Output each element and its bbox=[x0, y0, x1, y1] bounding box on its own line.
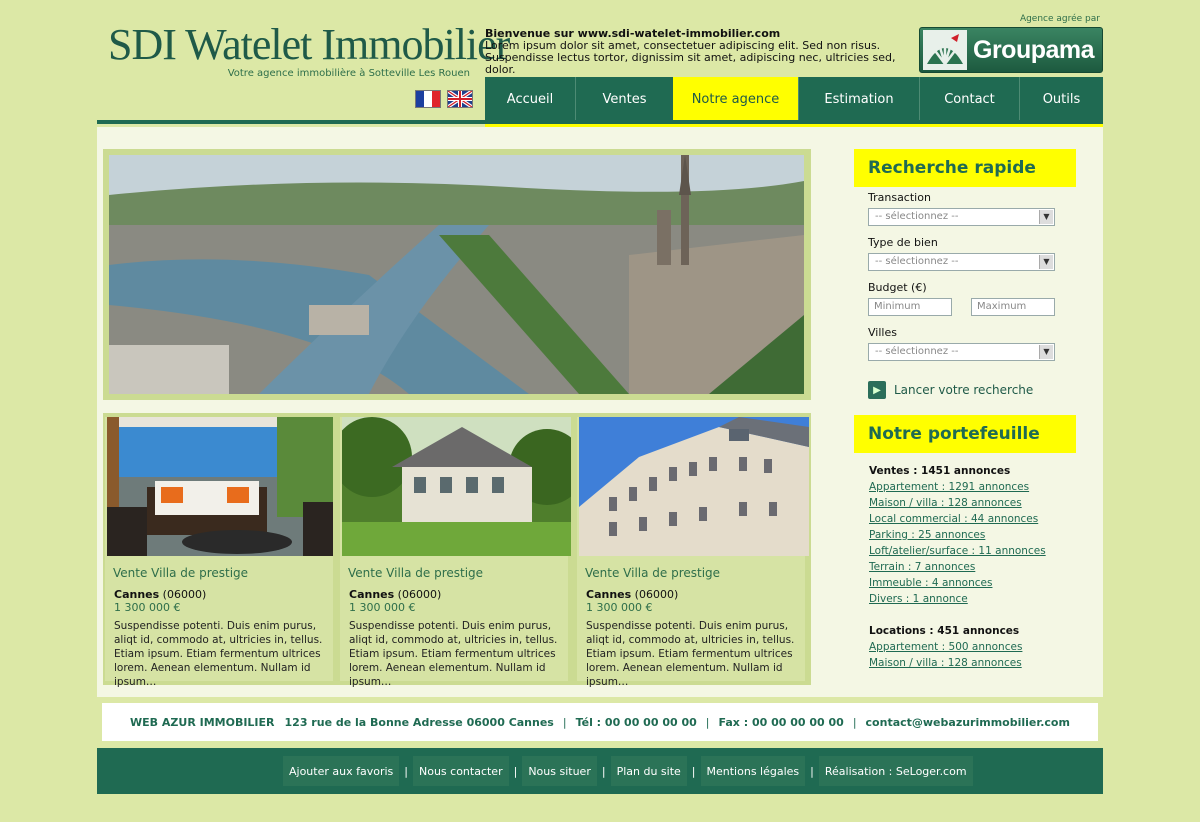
listing-title[interactable]: Vente Villa de prestige bbox=[113, 566, 248, 580]
listing-city: Cannes bbox=[586, 588, 632, 601]
separator: | bbox=[513, 764, 518, 778]
flag-uk-icon[interactable] bbox=[447, 90, 473, 108]
partner-label: Agence agrée par bbox=[1019, 14, 1100, 24]
separator: | bbox=[810, 764, 814, 778]
cities-select-value: -- sélectionnez -- bbox=[875, 346, 959, 357]
listing-city: Cannes bbox=[114, 588, 160, 601]
budget-min-input[interactable]: Minimum bbox=[868, 298, 952, 316]
footer-link-favorites[interactable]: Ajouter aux favoris bbox=[283, 756, 400, 786]
property-type-label: Type de bien bbox=[868, 236, 938, 249]
contact-bar: WEB AZUR IMMOBILIER 123 rue de la Bonne … bbox=[102, 703, 1098, 741]
search-panel-title: Recherche rapide bbox=[854, 149, 1076, 187]
chevron-down-icon[interactable]: ▼ bbox=[1039, 210, 1053, 224]
rent-link-apartment[interactable]: Appartement : 500 annonces bbox=[869, 639, 1046, 655]
company-name: WEB AZUR IMMOBILIER bbox=[130, 715, 275, 729]
separator: | bbox=[404, 764, 408, 778]
listing-description: Suspendisse potenti. Duis enim purus, al… bbox=[114, 620, 323, 688]
company-phone: Tél : 00 00 00 00 00 bbox=[575, 715, 697, 729]
welcome-text: Lorem ipsum dolor sit amet, consectetuer… bbox=[485, 39, 896, 76]
tagline: Votre agence immobilière à Sotteville Le… bbox=[227, 68, 470, 79]
listing-price: 1 300 000 € bbox=[586, 601, 653, 614]
listing-description: Suspendisse potenti. Duis enim purus, al… bbox=[349, 620, 558, 688]
site-logo[interactable]: SDI Watelet Immobilier bbox=[108, 22, 510, 68]
listing-card[interactable]: Vente Villa de prestige Cannes (06000) 1… bbox=[577, 417, 809, 688]
chevron-down-icon[interactable]: ▼ bbox=[1039, 345, 1053, 359]
transaction-label: Transaction bbox=[868, 191, 931, 204]
transaction-select[interactable]: -- sélectionnez -- ▼ bbox=[868, 208, 1055, 226]
play-arrow-icon: ▶ bbox=[868, 381, 886, 399]
budget-label: Budget (€) bbox=[868, 281, 927, 294]
listing-price: 1 300 000 € bbox=[349, 601, 416, 614]
separator: | bbox=[691, 764, 696, 778]
property-type-select-value: -- sélectionnez -- bbox=[875, 256, 959, 267]
footer-links: Ajouter aux favoris | Nous contacter | N… bbox=[283, 756, 973, 786]
flag-fr-icon[interactable] bbox=[415, 90, 441, 108]
rentals-heading: Locations : 451 annonces bbox=[869, 625, 1020, 637]
listing-location: Cannes (06000) bbox=[586, 588, 678, 601]
nav-ventes[interactable]: Ventes bbox=[575, 77, 673, 121]
chevron-down-icon[interactable]: ▼ bbox=[1039, 255, 1053, 269]
sales-link-house[interactable]: Maison / villa : 128 annonces bbox=[869, 495, 1046, 511]
listing-card[interactable]: Vente Villa de prestige Cannes (06000) 1… bbox=[332, 417, 585, 688]
portfolio-list: Ventes : 1451 annonces Appartement : 129… bbox=[869, 463, 1046, 671]
property-type-select[interactable]: -- sélectionnez -- ▼ bbox=[868, 253, 1055, 271]
main-nav: Accueil Ventes Notre agence Estimation C… bbox=[485, 77, 1103, 121]
listing-card[interactable]: Vente Villa de prestige Cannes (06000) 1… bbox=[105, 417, 333, 688]
listing-description: Suspendisse potenti. Duis enim purus, al… bbox=[586, 620, 795, 688]
company-fax: Fax : 00 00 00 00 00 bbox=[718, 715, 844, 729]
separator: | bbox=[852, 715, 857, 729]
budget-max-input[interactable]: Maximum bbox=[971, 298, 1055, 316]
cities-label: Villes bbox=[868, 326, 897, 339]
listing-photo-terrace[interactable] bbox=[107, 417, 333, 556]
footer-link-legal[interactable]: Mentions légales bbox=[700, 756, 806, 786]
cities-select[interactable]: -- sélectionnez -- ▼ bbox=[868, 343, 1055, 361]
sales-link-loft[interactable]: Loft/atelier/surface : 11 annonces bbox=[869, 543, 1046, 559]
launch-search-label: Lancer votre recherche bbox=[894, 383, 1034, 397]
footer-link-location[interactable]: Nous situer bbox=[522, 756, 597, 786]
nav-contact[interactable]: Contact bbox=[919, 77, 1019, 121]
launch-search-button[interactable]: ▶ Lancer votre recherche bbox=[868, 380, 1033, 400]
sales-link-land[interactable]: Terrain : 7 annonces bbox=[869, 559, 1046, 575]
listing-location: Cannes (06000) bbox=[349, 588, 441, 601]
listing-price: 1 300 000 € bbox=[114, 601, 181, 614]
listing-zip: (06000) bbox=[634, 588, 679, 601]
sales-link-parking[interactable]: Parking : 25 annonces bbox=[869, 527, 1046, 543]
partner-name: Groupama bbox=[973, 35, 1095, 64]
rent-link-house[interactable]: Maison / villa : 128 annonces bbox=[869, 655, 1046, 671]
transaction-select-value: -- sélectionnez -- bbox=[875, 211, 959, 222]
sales-link-apartment[interactable]: Appartement : 1291 annonces bbox=[869, 479, 1046, 495]
sales-link-other[interactable]: Divers : 1 annonce bbox=[869, 591, 1046, 607]
listing-city: Cannes bbox=[349, 588, 395, 601]
listing-zip: (06000) bbox=[397, 588, 442, 601]
portfolio-title: Notre portefeuille bbox=[854, 415, 1076, 453]
separator: | bbox=[705, 715, 710, 729]
listing-location: Cannes (06000) bbox=[114, 588, 206, 601]
footer-link-credits[interactable]: Réalisation : SeLoger.com bbox=[818, 756, 973, 786]
listing-title[interactable]: Vente Villa de prestige bbox=[348, 566, 483, 580]
nav-notre-agence[interactable]: Notre agence bbox=[673, 77, 798, 121]
separator: | bbox=[562, 715, 567, 729]
sales-link-commercial[interactable]: Local commercial : 44 annonces bbox=[869, 511, 1046, 527]
company-email[interactable]: contact@webazurimmobilier.com bbox=[866, 716, 1070, 729]
sales-link-building[interactable]: Immeuble : 4 annonces bbox=[869, 575, 1046, 591]
nav-outils[interactable]: Outils bbox=[1019, 77, 1103, 121]
separator: | bbox=[601, 764, 606, 778]
footer-link-sitemap[interactable]: Plan du site bbox=[610, 756, 687, 786]
nav-accueil[interactable]: Accueil bbox=[485, 77, 575, 121]
company-address: 123 rue de la Bonne Adresse 06000 Cannes bbox=[284, 715, 554, 729]
listing-photo-house[interactable] bbox=[332, 417, 585, 556]
footer-link-contact[interactable]: Nous contacter bbox=[412, 756, 509, 786]
nav-estimation[interactable]: Estimation bbox=[798, 77, 919, 121]
groupama-emblem-icon bbox=[923, 30, 967, 70]
welcome-message: Bienvenue sur www.sdi-watelet-immobilier… bbox=[485, 28, 915, 76]
sales-heading: Ventes : 1451 annonces bbox=[869, 465, 1011, 477]
listing-photo-building[interactable] bbox=[579, 417, 809, 556]
listing-title[interactable]: Vente Villa de prestige bbox=[585, 566, 720, 580]
hero-city-photo bbox=[109, 155, 804, 394]
listing-zip: (06000) bbox=[162, 588, 207, 601]
partner-logo[interactable]: Groupama bbox=[919, 27, 1103, 73]
